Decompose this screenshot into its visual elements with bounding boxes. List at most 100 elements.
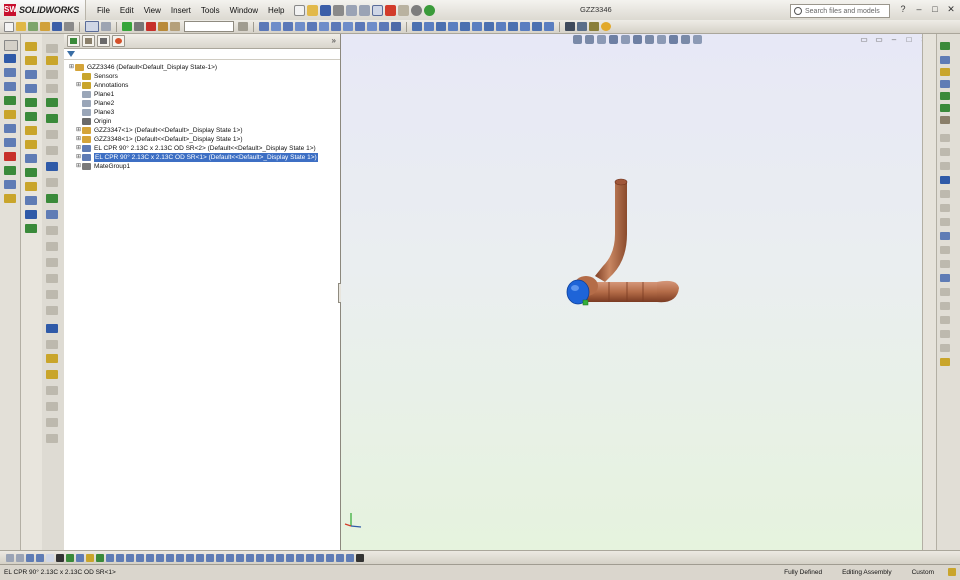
print-toolbar-icon[interactable] [64,22,74,31]
tree-row[interactable]: Plane3 [64,108,340,117]
assembly-features-icon[interactable] [331,22,341,31]
tree-row[interactable]: ⊞ EL CPR 90° 2.13C x 2.13C OD SR<1> (Defa… [64,153,340,162]
tool-17-icon[interactable] [46,290,58,299]
bottom-tool-icon[interactable] [16,554,24,562]
smart-dimension-icon[interactable] [4,54,16,63]
bottom-tool-icon[interactable] [326,554,334,562]
hide-show-items-icon[interactable] [657,35,666,44]
menu-edit[interactable]: Edit [115,6,139,15]
bottom-tool-icon[interactable] [176,554,184,562]
bottom-tool-icon[interactable] [346,554,354,562]
fillet-icon[interactable] [4,138,16,147]
pattern-icon[interactable] [25,182,37,191]
bottom-tool-icon[interactable] [296,554,304,562]
search-box[interactable]: Search files and models [790,4,890,18]
save-toolbar-icon[interactable] [52,22,62,31]
mirror-icon[interactable] [4,180,16,189]
redo-icon[interactable] [358,4,370,16]
pipe-end-top[interactable] [614,178,628,186]
tool-26-icon[interactable] [46,434,58,443]
select-arrow-icon[interactable] [371,4,383,16]
rebuild-icon[interactable] [384,4,396,16]
viewport-restore-icon[interactable]: □ [905,36,913,44]
task-icon-9[interactable] [940,148,950,156]
bottom-tool-icon[interactable] [46,554,54,562]
task-icon-15[interactable] [940,232,950,240]
expand-icon[interactable]: ⊞ [75,153,82,162]
collapse-panel-icon[interactable]: » [332,36,336,45]
sensor-toolbar-icon[interactable] [484,22,494,31]
tool-19-icon[interactable] [46,324,58,333]
bottom-tool-icon[interactable] [216,554,224,562]
tree-row[interactable]: ⊞ MateGroup1 [64,162,340,171]
mass-properties-icon[interactable] [460,22,470,31]
tree-row[interactable]: ⊞ EL CPR 90° 2.13C x 2.13C OD SR<2> (Defa… [64,144,340,153]
tool-10-icon[interactable] [46,178,58,187]
bottom-tool-icon[interactable] [66,554,74,562]
pipe-assembly-model[interactable] [561,174,691,314]
new-motion-study-icon[interactable] [355,22,365,31]
linear-pattern-icon[interactable] [283,22,293,31]
dynamic-annotation-icon[interactable] [621,35,630,44]
new-macro-icon[interactable] [170,22,180,31]
new-icon[interactable] [4,21,14,32]
menu-view[interactable]: View [139,6,166,15]
tool-12-icon[interactable] [46,210,58,219]
show-hidden-icon[interactable] [319,22,329,31]
expand-icon[interactable]: ⊞ [75,144,82,153]
tool-16-icon[interactable] [46,274,58,283]
restore-icon[interactable]: □ [930,4,940,14]
bottom-tool-icon[interactable] [76,554,84,562]
open-folder-icon[interactable] [306,4,318,16]
hole-wizard-icon[interactable] [25,98,37,107]
open-icon[interactable] [16,22,26,31]
record-macro-icon[interactable] [146,22,156,31]
measure-icon[interactable] [448,22,458,31]
view-settings-icon[interactable] [693,35,702,44]
file-explorer-icon[interactable] [940,68,950,76]
interference-detection-icon[interactable] [412,22,422,31]
task-icon-14[interactable] [940,218,950,226]
community-icon[interactable] [423,4,435,16]
tree-row[interactable]: ⊞ Annotations [64,81,340,90]
menu-tools[interactable]: Tools [196,6,225,15]
costing-icon[interactable] [565,22,575,31]
bottom-tool-icon[interactable] [96,554,104,562]
extrude-icon[interactable] [25,42,37,51]
tab-feature-manager[interactable] [67,35,80,47]
menu-file[interactable]: File [92,6,115,15]
vertical-pipe[interactable] [595,182,627,282]
bottom-tool-icon[interactable] [146,554,154,562]
bottom-tool-icon[interactable] [276,554,284,562]
zoom-to-fit-icon[interactable] [573,35,582,44]
zoom-to-area-icon[interactable] [585,35,594,44]
task-icon-16[interactable] [940,246,950,254]
file-properties-icon[interactable] [397,4,409,16]
bottom-tool-icon[interactable] [106,554,114,562]
tool-2-icon[interactable] [46,56,58,65]
app-logo[interactable]: SW SOLIDWORKS [0,0,86,20]
configuration-dropdown[interactable] [184,21,234,32]
task-icon-13[interactable] [940,204,950,212]
save-icon[interactable] [319,4,331,16]
tool-7-icon[interactable] [46,130,58,139]
right-elbow[interactable] [657,280,679,303]
rib-icon[interactable] [25,154,37,163]
tool-22-icon[interactable] [46,370,58,379]
task-icon-17[interactable] [940,260,950,268]
options-gear-icon[interactable] [410,4,422,16]
draft-icon[interactable] [25,168,37,177]
bottom-tool-icon[interactable] [286,554,294,562]
spline-icon[interactable] [4,124,16,133]
close-icon[interactable]: ✕ [946,4,956,14]
arc-icon[interactable] [4,110,16,119]
print-icon[interactable] [332,4,344,16]
tree-row[interactable]: ⊞ GZZ3348<1> (Default<<Default>_Display S… [64,135,340,144]
view-orientation-icon[interactable] [633,35,642,44]
tool-24-icon[interactable] [46,402,58,411]
task-icon-22[interactable] [940,330,950,338]
make-assembly-icon[interactable] [40,22,50,31]
trim-icon[interactable] [4,152,16,161]
tool-21-icon[interactable] [46,354,58,363]
smart-fasteners-icon[interactable] [295,22,305,31]
